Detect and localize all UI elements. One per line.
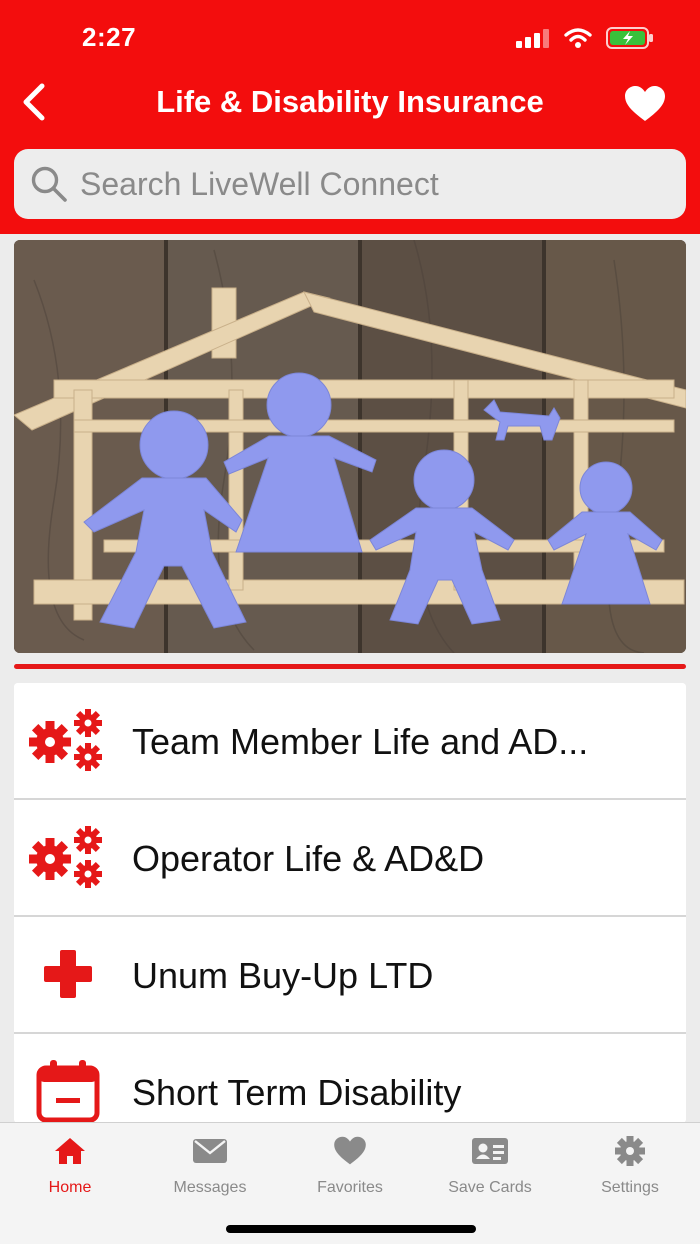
home-indicator xyxy=(226,1225,476,1233)
home-icon xyxy=(0,1133,140,1169)
page-title: Life & Disability Insurance xyxy=(156,84,544,119)
battery-icon xyxy=(606,26,654,55)
tab-messages[interactable]: Messages xyxy=(140,1133,280,1203)
hero-image xyxy=(14,240,686,653)
status-bar: 2:27 xyxy=(0,0,700,72)
medical-cross-icon xyxy=(26,941,110,1007)
tab-home[interactable]: Home xyxy=(0,1133,140,1203)
gear-icon xyxy=(560,1133,700,1169)
hero-divider xyxy=(14,664,686,669)
tab-favorites[interactable]: Favorites xyxy=(280,1133,420,1203)
menu-list: Team Member Life and AD... Operator Life… xyxy=(14,683,686,1123)
nav-bar: Life & Disability Insurance xyxy=(0,72,700,138)
tab-label: Home xyxy=(48,1179,92,1196)
list-item-unum-buy-up[interactable]: Unum Buy-Up LTD xyxy=(14,917,686,1034)
list-item-operator-life[interactable]: Operator Life & AD&D xyxy=(14,800,686,917)
tab-label: Messages xyxy=(173,1179,247,1196)
calendar-icon xyxy=(26,1058,110,1123)
heart-icon xyxy=(280,1133,420,1169)
tab-label: Settings xyxy=(601,1179,659,1196)
gears-icon xyxy=(26,824,110,890)
list-item-team-member-life[interactable]: Team Member Life and AD... xyxy=(14,683,686,800)
heart-icon xyxy=(625,86,665,121)
id-card-icon xyxy=(420,1133,560,1169)
tab-save-cards[interactable]: Save Cards xyxy=(420,1133,560,1203)
search-icon xyxy=(28,163,70,205)
signal-icon xyxy=(516,28,550,53)
search-bar-container xyxy=(0,138,700,234)
list-item-label: Unum Buy-Up LTD xyxy=(132,955,434,996)
favorite-button[interactable] xyxy=(622,82,668,126)
wifi-icon xyxy=(564,27,592,54)
tab-label: Favorites xyxy=(317,1179,383,1196)
gears-icon xyxy=(26,707,110,773)
list-item-short-term-disability[interactable]: Short Term Disability xyxy=(14,1034,686,1123)
envelope-icon xyxy=(140,1133,280,1169)
status-icons xyxy=(516,26,654,55)
search-box[interactable] xyxy=(14,149,686,219)
search-input[interactable] xyxy=(80,165,660,203)
list-item-label: Short Term Disability xyxy=(132,1072,462,1113)
tab-settings[interactable]: Settings xyxy=(560,1133,700,1203)
tab-label: Save Cards xyxy=(448,1179,532,1196)
status-time: 2:27 xyxy=(82,22,137,52)
list-item-label: Team Member Life and AD... xyxy=(132,721,589,762)
list-item-label: Operator Life & AD&D xyxy=(132,838,485,879)
